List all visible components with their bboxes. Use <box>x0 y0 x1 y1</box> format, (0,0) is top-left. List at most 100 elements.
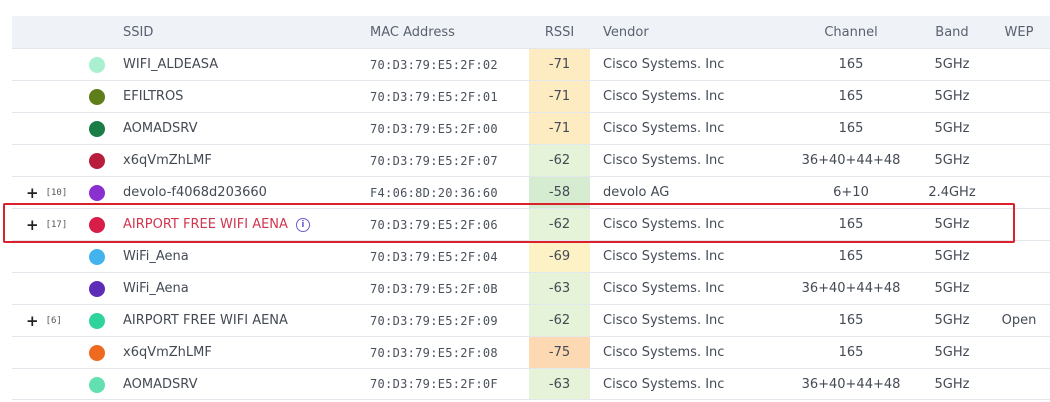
table-row[interactable]: WiFi_Aena 70:D3:79:E5:2F:04 -69 Cisco Syste… <box>12 240 1050 272</box>
ssid-cell: x6qVmZhLMF <box>123 145 212 176</box>
channel-cell: 165 <box>838 121 864 136</box>
table-row[interactable]: AOMADSRV 70:D3:79:E5:2F:0F -63 Cisco System… <box>12 368 1050 400</box>
rssi-cell: -71 <box>529 81 590 112</box>
vendor-cell: Cisco Systems. Inc <box>603 249 725 264</box>
channel-cell: 36+40+44+48 <box>801 281 901 296</box>
ssid-cell: x6qVmZhLMF <box>123 337 212 368</box>
band-cell: 5GHz <box>934 345 970 360</box>
ssid-text: AOMADSRV <box>123 376 198 392</box>
header-rssi[interactable]: RSSI <box>529 16 590 48</box>
rssi-cell: -75 <box>529 337 590 368</box>
network-color-dot <box>89 313 105 329</box>
mac-address-cell: 70:D3:79:E5:2F:02 <box>370 57 498 72</box>
network-color-dot <box>89 89 105 105</box>
mac-address-cell: 70:D3:79:E5:2F:07 <box>370 153 498 168</box>
wep-cell <box>990 273 1048 304</box>
table-row[interactable]: x6qVmZhLMF 70:D3:79:E5:2F:08 -75 Cisco Syst… <box>12 336 1050 368</box>
ssid-text: x6qVmZhLMF <box>123 153 212 168</box>
mac-address-cell: 70:D3:79:E5:2F:00 <box>370 121 498 136</box>
vendor-cell: Cisco Systems. Inc <box>603 153 725 168</box>
channel-cell: 165 <box>838 57 864 72</box>
channel-cell: 165 <box>838 89 864 104</box>
channel-cell: 165 <box>838 249 864 264</box>
ssid-text: WiFi_Aena <box>123 281 189 296</box>
ssid-text: AOMADSRV <box>123 121 198 136</box>
rssi-cell: -69 <box>529 241 590 272</box>
channel-cell: 36+40+44+48 <box>801 153 901 168</box>
header-ssid[interactable]: SSID <box>123 16 153 48</box>
rssi-cell: -71 <box>529 49 590 80</box>
rssi-cell: -63 <box>529 369 590 399</box>
vendor-cell: Cisco Systems. Inc <box>603 57 725 72</box>
wep-cell <box>990 145 1048 176</box>
ssid-text: EFILTROS <box>123 89 184 104</box>
ssid-cell: EFILTROS <box>123 81 183 112</box>
ssid-cell: AOMADSRV <box>123 113 197 144</box>
wep-cell: Open <box>1001 313 1037 328</box>
network-color-dot <box>89 281 105 297</box>
band-cell: 5GHz <box>934 89 970 104</box>
network-color-dot <box>89 121 105 137</box>
wep-cell <box>990 49 1048 80</box>
group-count: [10] <box>45 187 68 198</box>
ssid-cell: AIRPORT FREE WIFI AENA <box>123 305 288 336</box>
expand-group-button[interactable]: + [6] <box>26 305 62 336</box>
mac-address-cell: 70:D3:79:E5:2F:09 <box>370 313 498 328</box>
table-row[interactable]: WIFI_ALDEASA 70:D3:79:E5:2F:02 -71 Cisco Sy… <box>12 48 1050 80</box>
mac-address-cell: 70:D3:79:E5:2F:04 <box>370 249 498 264</box>
rssi-cell: -71 <box>529 113 590 144</box>
plus-icon[interactable]: + <box>26 184 39 202</box>
ssid-cell: AOMADSRV <box>123 369 197 399</box>
ssid-text: devolo-f4068d203660 <box>123 185 267 200</box>
header-mac-address[interactable]: MAC Address <box>370 16 455 48</box>
mac-address-cell: 70:D3:79:E5:2F:01 <box>370 89 498 104</box>
vendor-cell: Cisco Systems. Inc <box>603 89 725 104</box>
band-cell: 5GHz <box>934 376 970 392</box>
header-band[interactable]: Band <box>924 16 980 48</box>
band-cell: 5GHz <box>934 249 970 264</box>
wep-cell <box>990 81 1048 112</box>
plus-icon[interactable]: + <box>26 312 39 330</box>
mac-address-cell: 70:D3:79:E5:2F:0F <box>370 377 498 391</box>
ssid-text: WiFi_Aena <box>123 249 189 264</box>
rssi-cell: -62 <box>529 145 590 176</box>
table-row[interactable]: EFILTROS 70:D3:79:E5:2F:01 -71 Cisco System… <box>12 80 1050 112</box>
band-cell: 5GHz <box>934 121 970 136</box>
network-color-dot <box>89 249 105 265</box>
vendor-cell: Cisco Systems. Inc <box>603 313 725 328</box>
group-count: [6] <box>45 315 62 326</box>
network-color-dot <box>89 185 105 201</box>
header-wep[interactable]: WEP <box>990 16 1048 48</box>
selected-row-highlight <box>3 203 1015 243</box>
table-row[interactable]: WiFi_Aena 70:D3:79:E5:2F:0B -63 Cisco Syste… <box>12 272 1050 304</box>
mac-address-cell: 70:D3:79:E5:2F:0B <box>370 281 498 296</box>
table-row[interactable]: AOMADSRV 70:D3:79:E5:2F:00 -71 Cisco System… <box>12 112 1050 144</box>
network-color-dot <box>89 377 105 393</box>
table-header: SSID MAC Address RSSI Vendor Channel Ban… <box>12 16 1050 48</box>
vendor-cell: Cisco Systems. Inc <box>603 281 725 296</box>
band-cell: 5GHz <box>934 281 970 296</box>
vendor-cell: Cisco Systems. Inc <box>603 376 725 392</box>
ssid-text: AIRPORT FREE WIFI AENA <box>123 313 288 328</box>
ssid-text: WIFI_ALDEASA <box>123 57 219 72</box>
network-color-dot <box>89 153 105 169</box>
table-row[interactable]: + [6] AIRPORT FREE WIFI AENA 70:D3:79:E5:2F… <box>12 304 1050 336</box>
network-color-dot <box>89 345 105 361</box>
band-cell: 5GHz <box>934 153 970 168</box>
wep-cell <box>990 337 1048 368</box>
channel-cell: 165 <box>838 345 864 360</box>
table-row[interactable]: x6qVmZhLMF 70:D3:79:E5:2F:07 -62 Cisco Syst… <box>12 144 1050 176</box>
vendor-cell: Cisco Systems. Inc <box>603 121 725 136</box>
wep-cell <box>990 113 1048 144</box>
wep-cell <box>990 369 1048 399</box>
channel-cell: 36+40+44+48 <box>801 376 901 392</box>
ssid-text: x6qVmZhLMF <box>123 345 212 360</box>
ssid-cell: WiFi_Aena <box>123 273 189 304</box>
ssid-cell: WIFI_ALDEASA <box>123 49 218 80</box>
band-cell: 5GHz <box>934 57 970 72</box>
header-channel[interactable]: Channel <box>762 16 940 48</box>
channel-cell: 165 <box>838 313 864 328</box>
vendor-cell: Cisco Systems. Inc <box>603 345 725 360</box>
ssid-cell: WiFi_Aena <box>123 241 189 272</box>
header-vendor[interactable]: Vendor <box>603 16 649 48</box>
